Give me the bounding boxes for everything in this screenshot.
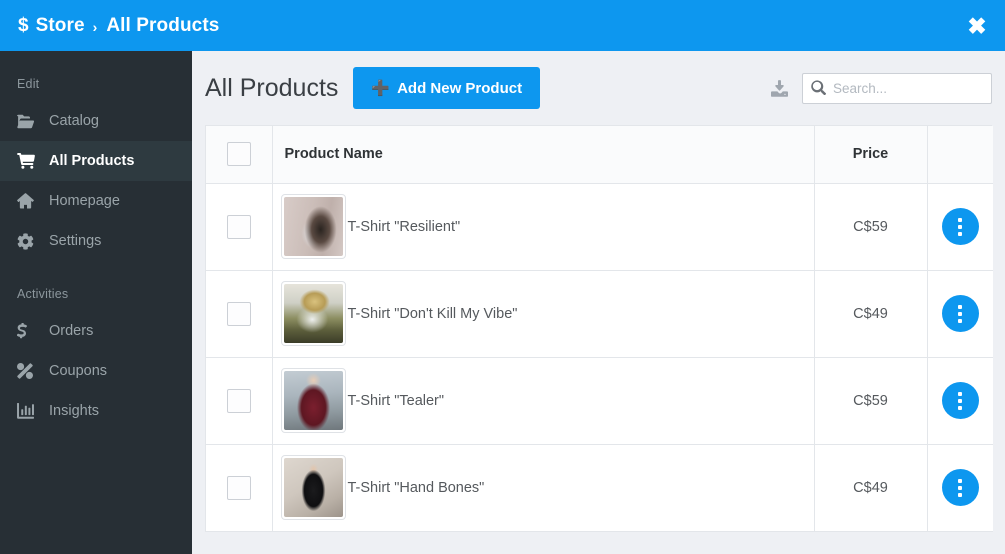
app-window: $ Store › All Products ✖ Edit Catalog Al… [0, 0, 1005, 554]
row-select-cell [206, 444, 273, 532]
product-name-cell: T-Shirt "Don't Kill My Vibe" [272, 270, 815, 358]
select-all-checkbox[interactable] [226, 142, 251, 167]
sidebar-item-orders[interactable]: Orders [0, 311, 192, 351]
sidebar-item-coupons[interactable]: Coupons [0, 351, 192, 391]
product-thumbnail [280, 194, 346, 259]
row-checkbox[interactable] [226, 475, 251, 500]
product-thumbnail [280, 455, 346, 520]
shopping-cart-icon [17, 153, 42, 169]
sidebar-item-label: All Products [49, 153, 135, 169]
sidebar: Edit Catalog All Products Homepage Setti… [0, 51, 192, 554]
products-table-container: Product Name Price T-Shirt "Resilient" C… [205, 125, 993, 532]
product-name-cell: T-Shirt "Tealer" [272, 357, 815, 445]
dollar-sign-icon: $ [18, 15, 29, 36]
search-box [802, 72, 992, 104]
row-actions-cell [927, 270, 993, 358]
sidebar-item-label: Insights [49, 403, 99, 419]
product-name-cell: T-Shirt "Hand Bones" [272, 444, 815, 532]
table-row[interactable]: T-Shirt "Hand Bones" C$49 [206, 444, 993, 532]
column-header-price[interactable]: Price [814, 126, 928, 184]
content-header: All Products ➕ Add New Product [192, 51, 1005, 125]
bar-chart-icon [17, 403, 42, 419]
add-new-product-label: Add New Product [397, 79, 523, 97]
sidebar-item-label: Coupons [49, 363, 108, 379]
sidebar-item-label: Homepage [49, 193, 120, 209]
product-name-label: T-Shirt "Don't Kill My Vibe" [347, 305, 518, 322]
product-price-cell: C$49 [814, 444, 928, 532]
product-thumbnail [280, 368, 346, 433]
plus-icon: ➕ [371, 79, 391, 97]
top-bar: $ Store › All Products ✖ [0, 0, 1005, 51]
ellipsis-vertical-icon[interactable] [941, 382, 979, 419]
row-select-cell [206, 270, 273, 358]
table-row[interactable]: T-Shirt "Tealer" C$59 [206, 357, 993, 445]
sidebar-item-label: Catalog [49, 113, 99, 129]
product-price-cell: C$59 [814, 357, 928, 445]
breadcrumb-current: All Products [106, 14, 220, 36]
add-new-product-button[interactable]: ➕ Add New Product [353, 67, 541, 109]
product-name-label: T-Shirt "Resilient" [347, 218, 461, 235]
sidebar-item-catalog[interactable]: Catalog [0, 101, 192, 141]
row-checkbox[interactable] [226, 301, 251, 326]
ellipsis-vertical-icon[interactable] [941, 295, 979, 332]
product-thumbnail [280, 281, 346, 346]
table-body: T-Shirt "Resilient" C$59 T-Shirt "Don't … [206, 183, 993, 532]
sidebar-item-homepage[interactable]: Homepage [0, 181, 192, 221]
row-checkbox[interactable] [226, 214, 251, 239]
sidebar-item-label: Orders [49, 323, 94, 339]
product-price-cell: C$59 [814, 183, 928, 271]
product-name-label: T-Shirt "Hand Bones" [347, 479, 485, 496]
table-row[interactable]: T-Shirt "Don't Kill My Vibe" C$49 [206, 270, 993, 358]
ellipsis-vertical-icon[interactable] [941, 208, 979, 245]
sidebar-item-insights[interactable]: Insights [0, 391, 192, 431]
row-select-cell [206, 357, 273, 445]
ellipsis-vertical-icon[interactable] [941, 469, 979, 506]
percent-icon [17, 363, 42, 379]
products-table: Product Name Price T-Shirt "Resilient" C… [206, 126, 993, 532]
main-content: All Products ➕ Add New Product Search...… [192, 51, 1005, 554]
row-checkbox[interactable] [226, 388, 251, 413]
sidebar-item-settings[interactable]: Settings [0, 221, 192, 261]
row-actions-cell [927, 183, 993, 271]
select-all-header [206, 126, 273, 184]
product-price-cell: C$49 [814, 270, 928, 358]
breadcrumb: $ Store › All Products [18, 15, 219, 37]
row-select-cell [206, 183, 273, 271]
page-title: All Products [205, 73, 339, 102]
home-icon [17, 193, 42, 209]
dollar-sign-icon [17, 322, 42, 340]
row-actions-cell [927, 444, 993, 532]
sidebar-group-label-edit: Edit [17, 77, 40, 91]
column-header-product-name[interactable]: Product Name [272, 126, 815, 184]
product-name-label: T-Shirt "Tealer" [347, 392, 445, 409]
gear-icon [17, 232, 42, 250]
chevron-right-icon: › [92, 18, 98, 35]
sidebar-item-label: Settings [49, 233, 102, 249]
download-icon[interactable] [771, 79, 788, 97]
row-actions-cell [927, 357, 993, 445]
close-icon[interactable]: ✖ [963, 12, 991, 40]
table-header: Product Name Price [206, 126, 993, 184]
table-header-row: Product Name Price [206, 126, 993, 184]
column-header-actions [927, 126, 993, 184]
header-actions [771, 72, 992, 104]
sidebar-item-all-products[interactable]: All Products [0, 141, 192, 181]
breadcrumb-store-link[interactable]: Store [36, 15, 85, 37]
product-name-cell: T-Shirt "Resilient" [272, 183, 815, 271]
folder-open-icon [17, 114, 42, 129]
search-input[interactable] [802, 72, 992, 104]
sidebar-group-label-activities: Activities [17, 287, 69, 301]
table-row[interactable]: T-Shirt "Resilient" C$59 [206, 183, 993, 271]
